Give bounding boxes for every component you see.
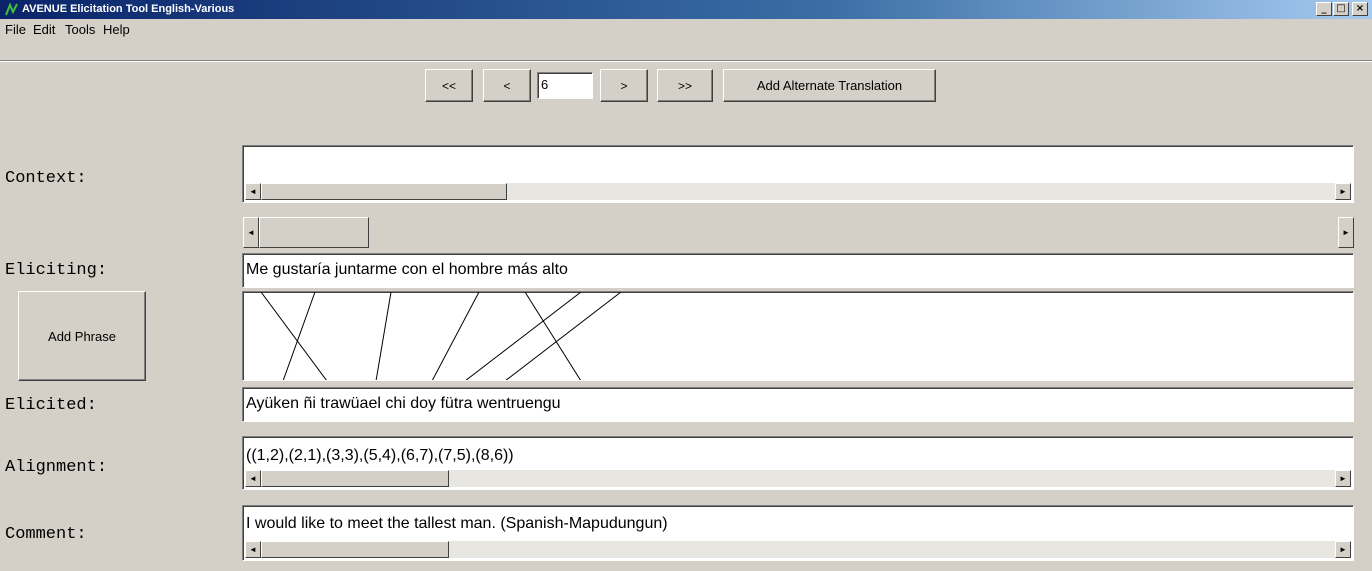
previous-button[interactable]: <: [483, 69, 531, 102]
elicited-label: Elicited:: [5, 396, 97, 415]
comment-scrollbar[interactable]: ◄ ►: [245, 541, 1351, 558]
elicited-field[interactable]: Ayüken ñi trawüael chi doy fütra wentrue…: [242, 387, 1354, 422]
comment-label: Comment:: [5, 525, 87, 544]
alignment-line: [524, 292, 581, 380]
alignment-line: [431, 292, 480, 380]
minimize-button[interactable]: _: [1316, 2, 1332, 16]
page-number-input[interactable]: 6: [537, 72, 593, 99]
scroll-right-icon[interactable]: ►: [1335, 183, 1351, 200]
menu-bar: File Edit Tools Help: [0, 19, 1372, 57]
scroll-left-icon[interactable]: ◄: [245, 470, 261, 487]
eliciting-value: Me gustaría juntarme con el hombre más a…: [246, 261, 568, 278]
page-number-value: 6: [541, 77, 549, 92]
scroll-thumb[interactable]: [259, 217, 369, 248]
elicited-value: Ayüken ñi trawüael chi doy fütra wentrue…: [246, 395, 561, 412]
context-scrollbar[interactable]: ◄ ►: [245, 183, 1351, 200]
comment-value: I would like to meet the tallest man. (S…: [246, 515, 668, 532]
menu-separator: [0, 60, 1372, 62]
alignment-line: [282, 292, 316, 380]
alignment-value: ((1,2),(2,1),(3,3),(5,4),(6,7),(7,5),(8,…: [246, 447, 514, 464]
scroll-right-icon[interactable]: ►: [1335, 541, 1351, 558]
context-label: Context:: [5, 169, 87, 188]
scroll-left-icon[interactable]: ◄: [243, 217, 259, 248]
comment-field[interactable]: I would like to meet the tallest man. (S…: [242, 505, 1354, 561]
menu-tools[interactable]: Tools: [65, 22, 95, 37]
menu-file[interactable]: File: [5, 22, 26, 37]
menu-edit[interactable]: Edit: [33, 22, 55, 37]
close-button[interactable]: ×: [1352, 2, 1368, 16]
first-button[interactable]: <<: [425, 69, 473, 102]
alignment-line: [375, 292, 392, 380]
menu-help[interactable]: Help: [103, 22, 130, 37]
add-phrase-button[interactable]: Add Phrase: [18, 291, 146, 381]
scroll-thumb[interactable]: [261, 541, 449, 558]
title-bar: AVENUE Elicitation Tool English-Various …: [0, 0, 1372, 19]
context-field[interactable]: ◄ ►: [242, 145, 1354, 203]
alignment-lines-svg: [260, 292, 622, 380]
scroll-right-icon[interactable]: ►: [1338, 217, 1354, 248]
scroll-right-icon[interactable]: ►: [1335, 470, 1351, 487]
scroll-left-icon[interactable]: ◄: [245, 183, 261, 200]
alignment-view-scrollbar[interactable]: ◄ ►: [243, 217, 1354, 248]
window-title: AVENUE Elicitation Tool English-Various: [22, 3, 235, 15]
alignment-field[interactable]: ((1,2),(2,1),(3,3),(5,4),(6,7),(7,5),(8,…: [242, 436, 1354, 490]
alignment-lines-panel[interactable]: [242, 291, 1354, 381]
add-alternate-translation-button[interactable]: Add Alternate Translation: [723, 69, 936, 102]
maximize-button[interactable]: □: [1333, 2, 1349, 16]
scroll-thumb[interactable]: [261, 470, 449, 487]
eliciting-field[interactable]: Me gustaría juntarme con el hombre más a…: [242, 253, 1354, 288]
app-icon: [5, 2, 18, 16]
alignment-line: [260, 292, 327, 380]
next-button[interactable]: >: [600, 69, 648, 102]
alignment-label: Alignment:: [5, 458, 108, 477]
last-button[interactable]: >>: [657, 69, 713, 102]
alignment-scrollbar[interactable]: ◄ ►: [245, 470, 1351, 487]
scroll-left-icon[interactable]: ◄: [245, 541, 261, 558]
eliciting-label: Eliciting:: [5, 261, 108, 280]
scroll-thumb[interactable]: [261, 183, 507, 200]
